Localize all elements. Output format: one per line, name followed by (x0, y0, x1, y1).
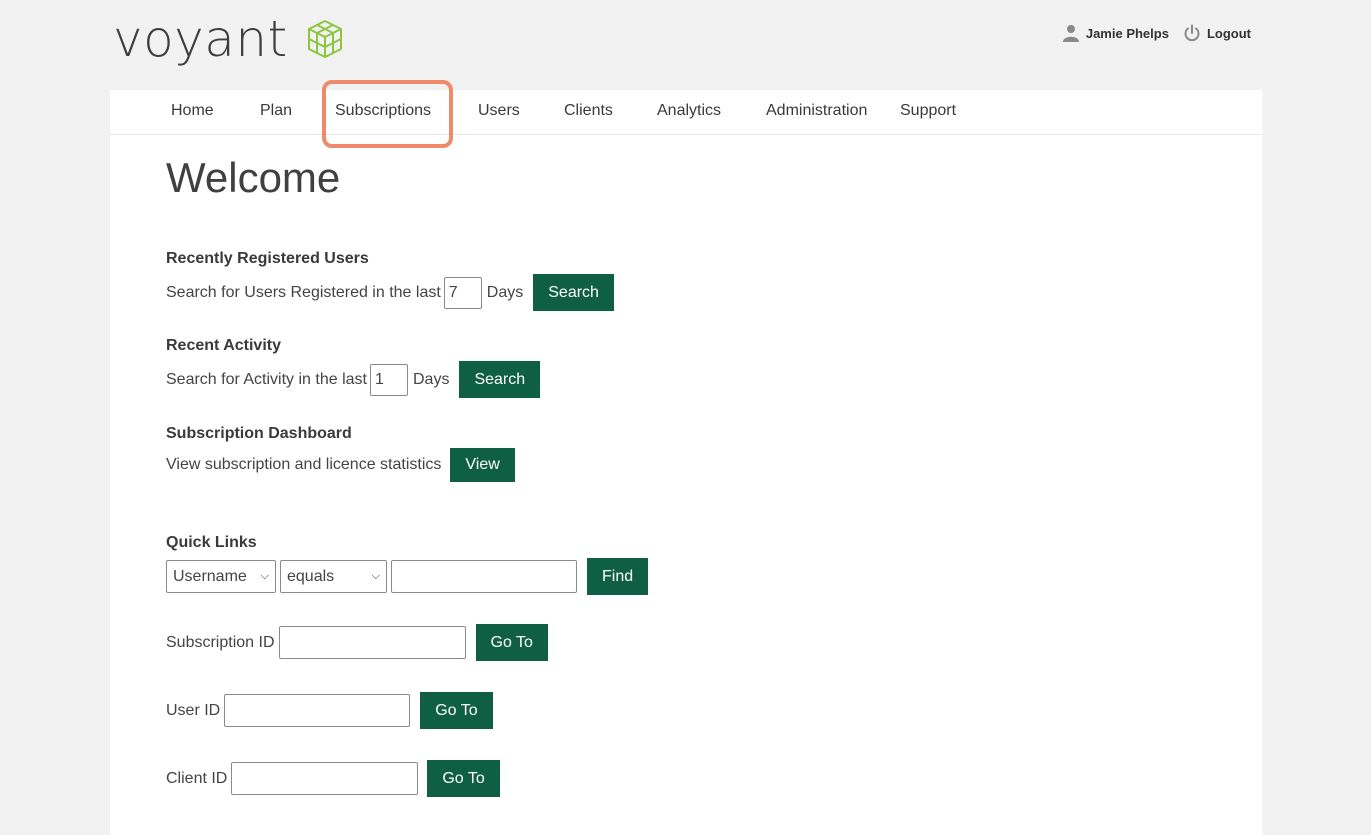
quick-links-field-value: Username (173, 567, 247, 585)
quick-links-operator-select[interactable]: equals ⌵ (280, 560, 387, 593)
user-profile-link[interactable]: Jamie Phelps (1062, 24, 1169, 42)
logout-link[interactable]: Logout (1183, 24, 1251, 42)
quick-links-query-input[interactable] (391, 560, 577, 593)
page-title: Welcome (166, 154, 341, 201)
nav-clients[interactable]: Clients (564, 102, 613, 120)
subscription-id-label: Subscription ID (166, 633, 275, 651)
client-id-goto-button[interactable]: Go To (427, 760, 500, 797)
subscription-dashboard-row: View subscription and licence statistics… (166, 448, 515, 482)
subscription-dashboard-title: Subscription Dashboard (166, 425, 352, 442)
nav-home[interactable]: Home (171, 102, 214, 120)
subscription-id-goto-button[interactable]: Go To (475, 624, 548, 661)
recent-users-row: Search for Users Registered in the last … (166, 274, 614, 311)
recent-users-suffix: Days (486, 283, 524, 301)
subscription-id-row: Subscription ID Go To (166, 624, 548, 661)
power-icon (1184, 24, 1200, 42)
quick-links-title: Quick Links (166, 534, 257, 551)
recent-users-title: Recently Registered Users (166, 250, 369, 267)
user-id-input[interactable] (224, 694, 411, 727)
logout-label: Logout (1206, 25, 1251, 41)
recent-activity-title: Recent Activity (166, 337, 281, 354)
recent-activity-search-button[interactable]: Search (459, 361, 541, 398)
quick-links-find-button[interactable]: Find (587, 558, 649, 595)
recent-users-days-input[interactable] (443, 276, 482, 309)
recent-activity-days-input[interactable] (369, 363, 408, 396)
recent-users-prefix: Search for Users Registered in the last (166, 283, 441, 301)
user-area: Jamie Phelps Logout (1062, 24, 1251, 42)
nav-analytics[interactable]: Analytics (657, 102, 721, 120)
user-id-goto-button[interactable]: Go To (420, 692, 493, 729)
user-name: Jamie Phelps (1085, 25, 1169, 41)
quick-links-field-select[interactable]: Username ⌵ (166, 560, 276, 593)
subscription-dashboard-view-button[interactable]: View (450, 448, 515, 482)
quick-links-operator-value: equals (287, 567, 335, 585)
recent-activity-prefix: Search for Activity in the last (166, 370, 367, 388)
client-id-row: Client ID Go To (166, 760, 500, 797)
main-nav: Home Plan Subscriptions Users Clients An… (110, 80, 1262, 148)
user-id-row: User ID Go To (166, 692, 493, 729)
client-id-label: Client ID (166, 769, 228, 787)
nav-subscriptions[interactable]: Subscriptions (335, 102, 431, 120)
nav-plan[interactable]: Plan (260, 102, 292, 120)
recent-users-search-button[interactable]: Search (533, 274, 614, 311)
user-icon (1062, 25, 1079, 42)
quick-links-find-row: Username ⌵ equals ⌵ Find (166, 558, 649, 595)
subscription-dashboard-text: View subscription and licence statistics (166, 456, 442, 473)
main-panel: Home Plan Subscriptions Users Clients An… (110, 80, 1262, 835)
nav-users[interactable]: Users (478, 102, 520, 120)
client-id-input[interactable] (231, 762, 419, 795)
logo-mark-icon (306, 19, 344, 64)
nav-administration[interactable]: Administration (766, 102, 867, 120)
recent-activity-row: Search for Activity in the last Days Sea… (166, 361, 541, 398)
subscription-id-input[interactable] (278, 626, 466, 659)
recent-activity-suffix: Days (412, 370, 450, 388)
user-id-label: User ID (166, 701, 221, 719)
chevron-down-icon: ⌵ (371, 570, 380, 582)
nav-support[interactable]: Support (900, 102, 956, 120)
logo-text: voyant (113, 10, 288, 68)
chevron-down-icon: ⌵ (260, 570, 269, 582)
voyant-logo[interactable]: voyant (113, 14, 344, 64)
